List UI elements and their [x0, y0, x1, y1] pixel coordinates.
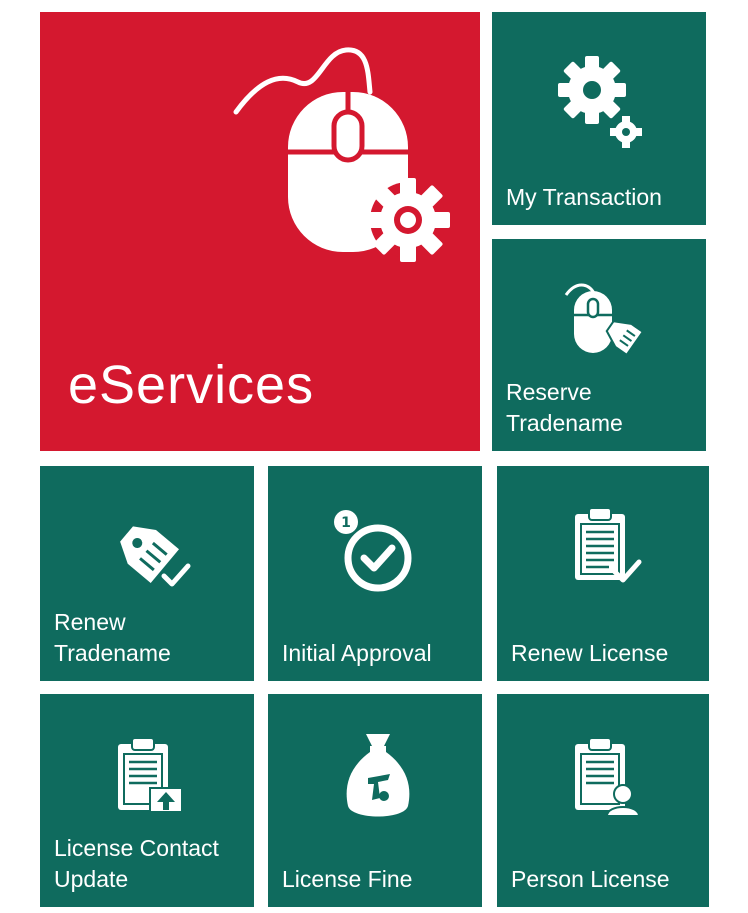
license-contact-update-label: License Contact Update — [54, 835, 219, 892]
reserve-tradename-tile[interactable]: Reserve Tradename — [492, 239, 706, 451]
clipboard-check-icon — [569, 504, 649, 594]
clipboard-upload-icon — [112, 734, 192, 824]
approval-badge: 1 — [341, 515, 351, 531]
initial-approval-label: Initial Approval — [282, 640, 432, 666]
mouse-tag-icon — [558, 277, 648, 367]
license-fine-label: License Fine — [282, 866, 413, 892]
gears-icon — [554, 50, 644, 150]
license-contact-update-tile[interactable]: License Contact Update — [40, 694, 254, 907]
person-license-label: Person License — [511, 866, 670, 892]
my-transaction-label: My Transaction — [506, 184, 662, 210]
eservices-title: eServices — [68, 355, 315, 415]
renew-license-tile[interactable]: Renew License — [497, 466, 709, 681]
my-transaction-tile[interactable]: My Transaction — [492, 12, 706, 225]
license-fine-tile[interactable]: License Fine — [268, 694, 482, 907]
eservices-tile[interactable]: eServices — [40, 12, 480, 451]
person-license-tile[interactable]: Person License — [497, 694, 709, 907]
tag-check-icon — [112, 514, 192, 594]
initial-approval-tile[interactable]: 1 Initial Approval — [268, 466, 482, 681]
clipboard-person-icon — [569, 734, 649, 824]
renew-tradename-tile[interactable]: Renew Tradename — [40, 466, 254, 681]
renew-tradename-label: Renew Tradename — [54, 609, 171, 666]
approval-check-icon: 1 — [332, 508, 422, 598]
mouse-gear-icon — [228, 42, 468, 272]
money-bag-icon — [338, 728, 418, 828]
reserve-tradename-label: Reserve Tradename — [506, 379, 623, 436]
renew-license-label: Renew License — [511, 640, 669, 666]
